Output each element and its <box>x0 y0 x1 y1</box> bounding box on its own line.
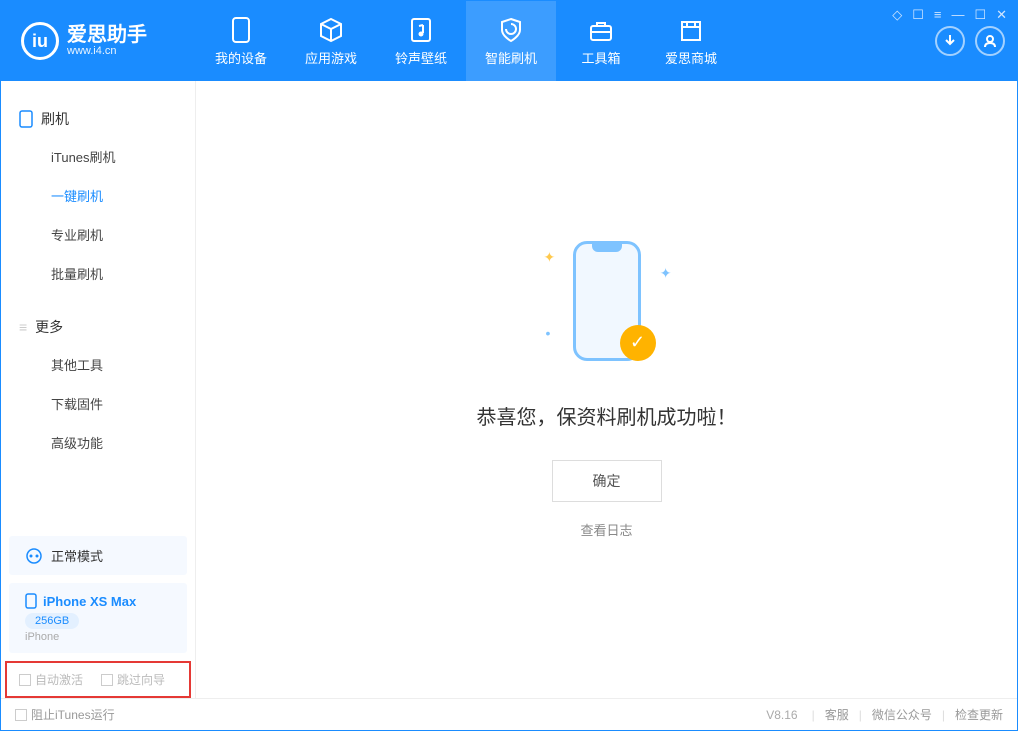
device-card[interactable]: iPhone XS Max 256GB iPhone <box>9 583 187 653</box>
check-update-link[interactable]: 检查更新 <box>955 706 1003 723</box>
device-icon <box>227 16 255 44</box>
sidebar-section-more: ≡ 更多 <box>1 309 195 345</box>
close-icon[interactable]: ✕ <box>996 7 1007 23</box>
auto-activate-checkbox[interactable]: 自动激活 <box>19 671 83 688</box>
header-right <box>935 26 1017 56</box>
tab-toolbox[interactable]: 工具箱 <box>556 1 646 81</box>
sidebar-item-other-tools[interactable]: 其他工具 <box>1 345 195 384</box>
window-controls: ◇ ☐ ≡ — ☐ ✕ <box>892 7 1007 23</box>
success-illustration: ✦ ✦ • ✓ <box>552 241 662 371</box>
phone-icon <box>25 593 37 609</box>
sidebar: 刷机 iTunes刷机 一键刷机 专业刷机 批量刷机 ≡ 更多 其他工具 下载固… <box>1 81 196 698</box>
tab-label: 铃声壁纸 <box>395 48 447 67</box>
sidebar-item-oneclick-flash[interactable]: 一键刷机 <box>1 176 195 215</box>
feedback-icon[interactable]: ☐ <box>912 7 924 23</box>
tab-label: 我的设备 <box>215 48 267 67</box>
sidebar-item-download-firmware[interactable]: 下载固件 <box>1 384 195 423</box>
sidebar-section-flash: 刷机 <box>1 101 195 137</box>
sync-icon <box>25 547 43 565</box>
tab-label: 爱思商城 <box>665 48 717 67</box>
connection-status[interactable]: 正常模式 <box>9 536 187 575</box>
sparkle-icon: ✦ <box>660 265 672 282</box>
device-type: iPhone <box>25 631 171 643</box>
sidebar-item-advanced[interactable]: 高级功能 <box>1 423 195 462</box>
list-icon: ≡ <box>19 319 27 335</box>
sparkle-icon: • <box>546 325 551 341</box>
app-name: 爱思助手 <box>67 25 147 45</box>
device-name-text: iPhone XS Max <box>43 594 136 609</box>
block-itunes-checkbox[interactable]: 阻止iTunes运行 <box>15 706 115 723</box>
support-link[interactable]: 客服 <box>825 706 849 723</box>
section-title: 更多 <box>35 317 63 337</box>
skip-guide-checkbox[interactable]: 跳过向导 <box>101 671 165 688</box>
store-icon <box>677 16 705 44</box>
skin-icon[interactable]: ◇ <box>892 7 902 23</box>
logo-icon: iu <box>21 22 59 60</box>
success-message: 恭喜您，保资料刷机成功啦！ <box>477 401 737 430</box>
music-icon <box>407 16 435 44</box>
version-text: V8.16 <box>766 708 797 722</box>
tab-store[interactable]: 爱思商城 <box>646 1 736 81</box>
tab-label: 智能刷机 <box>485 48 537 67</box>
account-button[interactable] <box>975 26 1005 56</box>
footer: 阻止iTunes运行 V8.16 | 客服 | 微信公众号 | 检查更新 <box>1 698 1017 730</box>
app-url: www.i4.cn <box>67 45 147 57</box>
options-row: 自动激活 跳过向导 <box>5 661 191 698</box>
status-text: 正常模式 <box>51 546 103 565</box>
confirm-button[interactable]: 确定 <box>552 460 662 502</box>
tab-apps[interactable]: 应用游戏 <box>286 1 376 81</box>
sparkle-icon: ✦ <box>544 249 556 266</box>
tab-my-device[interactable]: 我的设备 <box>196 1 286 81</box>
tab-label: 应用游戏 <box>305 48 357 67</box>
maximize-icon[interactable]: ☐ <box>974 7 986 23</box>
phone-icon <box>19 110 33 128</box>
header: iu 爱思助手 www.i4.cn 我的设备 应用游戏 铃声壁纸 智能刷机 工具… <box>1 1 1017 81</box>
section-title: 刷机 <box>41 109 69 129</box>
minimize-icon[interactable]: — <box>951 7 964 23</box>
storage-badge: 256GB <box>25 613 79 629</box>
toolbox-icon <box>587 16 615 44</box>
sidebar-item-itunes-flash[interactable]: iTunes刷机 <box>1 137 195 176</box>
view-log-link[interactable]: 查看日志 <box>580 520 632 539</box>
tab-label: 工具箱 <box>581 48 620 67</box>
logo[interactable]: iu 爱思助手 www.i4.cn <box>1 22 196 60</box>
checkmark-icon: ✓ <box>620 325 656 361</box>
nav-tabs: 我的设备 应用游戏 铃声壁纸 智能刷机 工具箱 爱思商城 <box>196 1 736 81</box>
downloads-button[interactable] <box>935 26 965 56</box>
footer-links: | 客服 | 微信公众号 | 检查更新 <box>812 706 1003 723</box>
sidebar-item-batch-flash[interactable]: 批量刷机 <box>1 254 195 293</box>
menu-icon[interactable]: ≡ <box>934 7 942 23</box>
wechat-link[interactable]: 微信公众号 <box>872 706 932 723</box>
sidebar-item-pro-flash[interactable]: 专业刷机 <box>1 215 195 254</box>
tab-ringtones[interactable]: 铃声壁纸 <box>376 1 466 81</box>
tab-flash[interactable]: 智能刷机 <box>466 1 556 81</box>
content-area: ✦ ✦ • ✓ 恭喜您，保资料刷机成功啦！ 确定 查看日志 <box>196 81 1017 698</box>
shield-icon <box>497 16 525 44</box>
cube-icon <box>317 16 345 44</box>
